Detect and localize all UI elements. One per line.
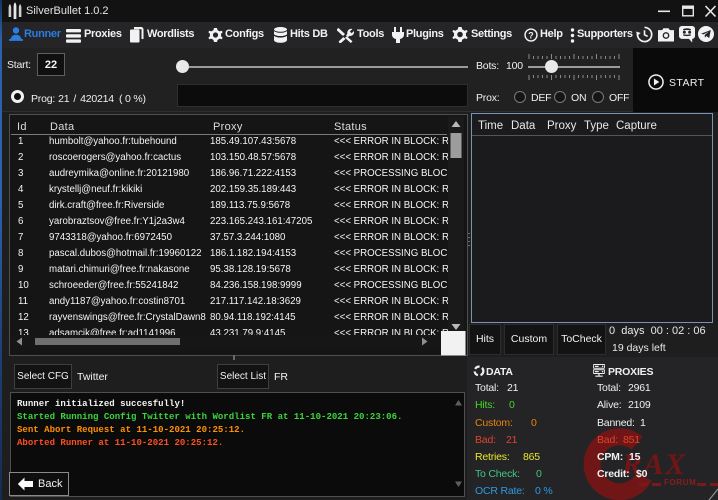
svg-text:?: ? <box>528 30 533 40</box>
